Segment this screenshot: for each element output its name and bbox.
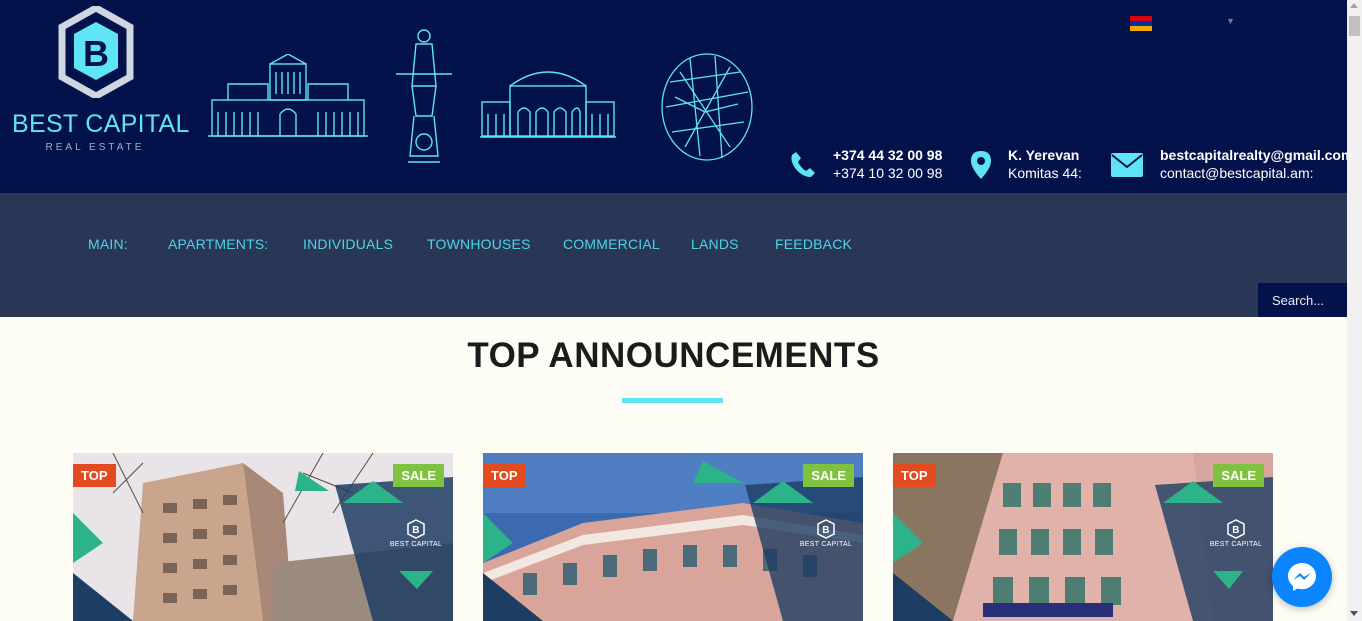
main-navigation: MAIN: APARTMENTS: INDIVIDUALS TOWNHOUSES… <box>0 193 1347 317</box>
opera-illustration <box>480 71 616 138</box>
nav-item-lands[interactable]: LANDS <box>691 236 739 252</box>
watermark-text: BEST CAPITAL <box>389 541 443 548</box>
address-street: Komitas 44: <box>1008 165 1082 181</box>
watermark-text: BEST CAPITAL <box>1209 541 1263 548</box>
photo-watermark: B BEST CAPITAL <box>386 519 446 548</box>
nav-item-apartments[interactable]: APARTMENTS: <box>168 236 268 252</box>
phone-primary[interactable]: +374 44 32 00 98 <box>833 146 942 164</box>
svg-text:B: B <box>83 33 109 74</box>
page-scrollbar[interactable] <box>1347 0 1362 621</box>
nav-item-commercial[interactable]: COMMERCIAL <box>563 236 660 252</box>
listing-card[interactable]: TOP SALE B BEST CAPITAL <box>73 453 453 621</box>
logo-hexagon-icon: B <box>58 6 134 98</box>
email-contact[interactable]: bestcapitalrealty@gmail.com contact@best… <box>1160 146 1353 182</box>
top-badge: TOP <box>73 464 116 487</box>
logo-name: BEST CAPITAL <box>12 110 190 138</box>
watermark-text: BEST CAPITAL <box>799 541 853 548</box>
city-map-illustration <box>661 53 753 161</box>
scroll-down-arrow-icon[interactable] <box>1350 611 1358 616</box>
email-primary[interactable]: bestcapitalrealty@gmail.com <box>1160 146 1353 164</box>
listing-card[interactable]: TOP SALE B BEST CAPITAL <box>893 453 1273 621</box>
sale-badge: SALE <box>393 464 444 487</box>
scroll-thumb[interactable] <box>1349 16 1360 36</box>
watermark-logo-icon: B <box>817 519 835 539</box>
sale-badge: SALE <box>1213 464 1264 487</box>
svg-text:B: B <box>1232 525 1240 536</box>
sale-badge: SALE <box>803 464 854 487</box>
nav-item-individuals[interactable]: INDIVIDUALS <box>303 236 393 252</box>
phone-icon <box>791 152 815 177</box>
address-contact: K. Yerevan Komitas 44: <box>1008 146 1082 182</box>
section-divider <box>622 398 723 403</box>
map-pin-icon <box>971 151 991 179</box>
watermark-logo-icon: B <box>1227 519 1245 539</box>
language-selector[interactable]: ▼ <box>1130 14 1240 32</box>
building-illustration <box>208 54 368 137</box>
address-city: K. Yerevan <box>1008 147 1080 163</box>
logo-tagline: REAL ESTATE <box>45 142 145 153</box>
svg-text:B: B <box>412 525 420 536</box>
messenger-chat-button[interactable] <box>1272 547 1332 607</box>
svg-text:B: B <box>822 525 830 536</box>
phone-contact[interactable]: +374 44 32 00 98 +374 10 32 00 98 <box>833 146 942 182</box>
statue-illustration <box>396 29 452 163</box>
top-badge: TOP <box>893 464 936 487</box>
section-title: TOP ANNOUNCEMENTS <box>467 336 880 375</box>
nav-item-townhouses[interactable]: TOWNHOUSES <box>427 236 531 252</box>
nav-item-main[interactable]: MAIN: <box>88 236 128 252</box>
site-header: B BEST CAPITAL REAL ESTATE ▼ +374 44 32 … <box>0 0 1353 193</box>
phone-secondary[interactable]: +374 10 32 00 98 <box>833 164 942 182</box>
armenian-flag-icon <box>1130 16 1152 31</box>
photo-watermark: B BEST CAPITAL <box>1206 519 1266 548</box>
messenger-icon <box>1288 563 1316 591</box>
top-badge: TOP <box>483 464 526 487</box>
scroll-up-arrow-icon[interactable] <box>1350 3 1358 8</box>
envelope-icon <box>1111 153 1143 177</box>
landmarks-illustration <box>200 22 760 172</box>
nav-item-feedback[interactable]: FEEDBACK <box>775 236 852 252</box>
watermark-logo-icon: B <box>407 519 425 539</box>
chevron-down-icon: ▼ <box>1226 16 1235 26</box>
photo-watermark: B BEST CAPITAL <box>796 519 856 548</box>
listing-card[interactable]: TOP SALE B BEST CAPITAL <box>483 453 863 621</box>
search-input[interactable]: Search... <box>1258 283 1347 317</box>
email-secondary[interactable]: contact@bestcapital.am: <box>1160 164 1353 182</box>
site-logo[interactable]: B BEST CAPITAL REAL ESTATE <box>12 6 190 153</box>
